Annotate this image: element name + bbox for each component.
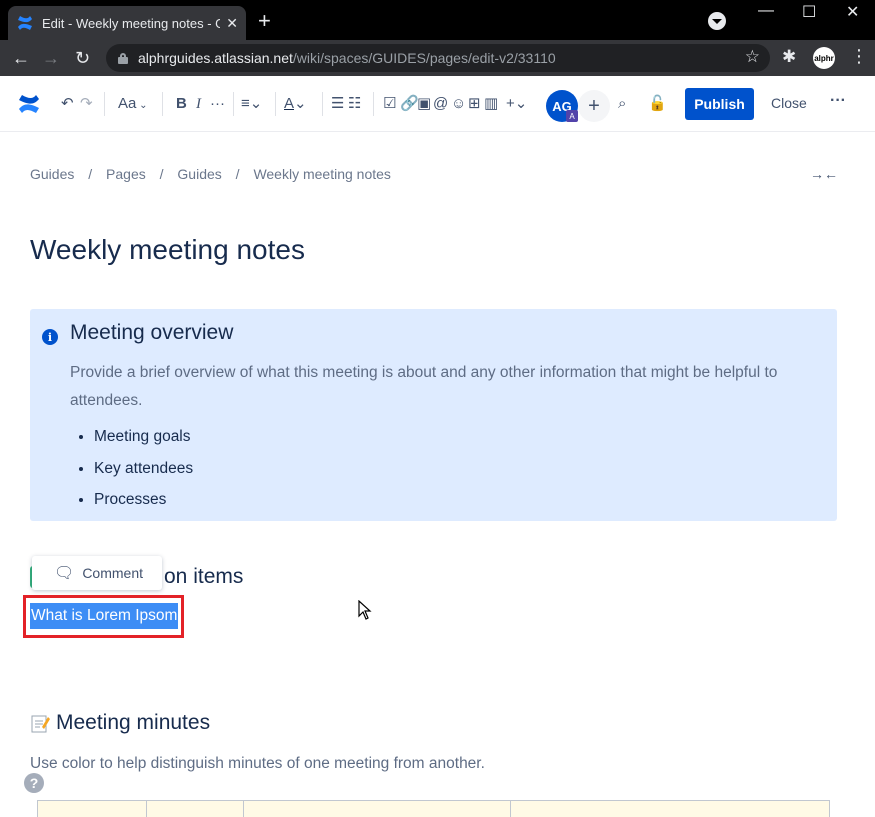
- text-style-dropdown[interactable]: Aa ⌄: [118, 94, 148, 116]
- comment-icon: 🗨: [54, 565, 75, 582]
- help-icon[interactable]: ?: [24, 773, 44, 793]
- forward-arrow-icon[interactable]: →: [42, 48, 60, 68]
- toolbar-divider: [162, 92, 163, 116]
- italic-button[interactable]: I: [196, 94, 201, 114]
- layout-icon[interactable]: ▥: [484, 94, 498, 114]
- confluence-logo-icon[interactable]: [17, 92, 41, 116]
- tab-search-icon[interactable]: [708, 12, 726, 30]
- memo-icon: [31, 715, 50, 733]
- address-bar[interactable]: alphrguides.atlassian.net /wiki/spaces/G…: [106, 44, 770, 72]
- browser-menu-icon[interactable]: ⋮: [850, 46, 868, 67]
- meeting-minutes-description[interactable]: Use color to help distinguish minutes of…: [30, 755, 485, 773]
- page-title[interactable]: Weekly meeting notes: [30, 234, 305, 266]
- breadcrumb-item[interactable]: Pages: [106, 166, 146, 182]
- undo-icon[interactable]: ↶: [61, 94, 74, 114]
- comment-popup-button[interactable]: 🗨 Comment: [32, 556, 162, 590]
- breadcrumb-item[interactable]: Weekly meeting notes: [253, 166, 390, 182]
- action-items-heading[interactable]: on items: [164, 565, 243, 589]
- task-checkbox-icon[interactable]: ☑: [383, 94, 396, 114]
- toolbar-divider: [275, 92, 276, 116]
- collapse-width-icon[interactable]: →←: [810, 166, 838, 182]
- emoji-icon[interactable]: ☺: [451, 94, 466, 114]
- more-actions-button[interactable]: ···: [830, 92, 846, 110]
- highlight-frame: [23, 595, 184, 638]
- mention-icon[interactable]: @: [433, 94, 448, 114]
- publish-button[interactable]: Publish: [685, 88, 754, 120]
- meeting-minutes-heading[interactable]: Meeting minutes: [30, 711, 210, 735]
- reload-icon[interactable]: ↻: [75, 48, 90, 68]
- browser-toolbar: ← → ↻ alphrguides.atlassian.net /wiki/sp…: [0, 40, 875, 76]
- search-icon[interactable]: ⌕: [618, 94, 626, 114]
- toolbar-divider: [322, 92, 323, 116]
- insert-more-dropdown-icon[interactable]: +⌄: [506, 94, 527, 114]
- back-arrow-icon[interactable]: ←: [12, 48, 30, 68]
- text-color-dropdown-icon[interactable]: A⌄: [284, 94, 307, 114]
- url-host: alphrguides.atlassian.net: [138, 50, 293, 66]
- minimize-button[interactable]: —: [758, 2, 774, 20]
- info-panel[interactable]: i Meeting overview Provide a brief overv…: [30, 309, 837, 521]
- image-icon[interactable]: ▣: [417, 94, 431, 114]
- toolbar-divider: [104, 92, 105, 116]
- meeting-minutes-heading-text: Meeting minutes: [56, 711, 211, 734]
- redo-icon[interactable]: ↷: [80, 94, 93, 114]
- table-icon[interactable]: ⊞: [468, 94, 481, 114]
- list-item[interactable]: Processes: [94, 486, 193, 518]
- toolbar-divider: [373, 92, 374, 116]
- bullet-list-icon[interactable]: ☰: [331, 94, 344, 114]
- table-column-border: [510, 801, 511, 817]
- mouse-cursor-icon: [358, 600, 372, 620]
- tab-close-icon[interactable]: ✕: [226, 15, 238, 32]
- table-column-border: [146, 801, 147, 817]
- url-path: /wiki/spaces/GUIDES/pages/edit-v2/33110: [292, 50, 556, 66]
- bookmark-star-icon[interactable]: ☆: [745, 47, 760, 67]
- numbered-list-icon[interactable]: ☷: [348, 94, 361, 114]
- align-dropdown-icon[interactable]: ≡⌄: [241, 94, 262, 114]
- browser-tab[interactable]: Edit - Weekly meeting notes - Gu ✕: [8, 6, 246, 40]
- invite-collaborator-button[interactable]: +: [578, 90, 610, 122]
- tab-title: Edit - Weekly meeting notes - Gu: [42, 15, 221, 31]
- info-icon: i: [42, 329, 58, 345]
- close-button[interactable]: Close: [771, 95, 807, 111]
- breadcrumb-separator: /: [88, 166, 93, 182]
- restrictions-lock-icon[interactable]: 🔓: [648, 94, 667, 114]
- breadcrumb-item[interactable]: Guides: [177, 166, 221, 182]
- minutes-table[interactable]: [37, 800, 830, 817]
- info-panel-list: Meeting goals Key attendees Processes: [94, 423, 193, 518]
- profile-avatar[interactable]: alphr: [813, 47, 835, 69]
- list-item[interactable]: Key attendees: [94, 455, 193, 487]
- window-close-button[interactable]: ✕: [846, 2, 859, 22]
- comment-label: Comment: [82, 565, 143, 581]
- link-icon[interactable]: 🔗: [400, 94, 419, 114]
- maximize-button[interactable]: ☐: [802, 2, 816, 22]
- more-formatting-button[interactable]: ···: [210, 94, 225, 114]
- table-column-border: [243, 801, 244, 817]
- toolbar-divider: [233, 92, 234, 116]
- editor-toolbar: ↶ ↷ Aa ⌄ B I ··· ≡⌄ A⌄ ☰ ☷ ☑ 🔗 ▣ @ ☺ ⊞ ▥…: [0, 76, 875, 132]
- info-panel-heading[interactable]: Meeting overview: [70, 321, 233, 345]
- breadcrumb: Guides / Pages / Guides / Weekly meeting…: [30, 166, 401, 182]
- confluence-icon: [18, 16, 32, 30]
- avatar-badge: A: [566, 110, 578, 122]
- lock-icon: [118, 52, 128, 64]
- info-panel-description[interactable]: Provide a brief overview of what this me…: [70, 359, 820, 415]
- breadcrumb-separator: /: [159, 166, 164, 182]
- breadcrumb-separator: /: [235, 166, 240, 182]
- breadcrumb-item[interactable]: Guides: [30, 166, 74, 182]
- extensions-puzzle-icon[interactable]: ✱: [782, 47, 796, 67]
- bold-button[interactable]: B: [176, 94, 187, 114]
- browser-titlebar: Edit - Weekly meeting notes - Gu ✕ + — ☐…: [0, 0, 875, 40]
- list-item[interactable]: Meeting goals: [94, 423, 193, 455]
- new-tab-button[interactable]: +: [258, 10, 271, 32]
